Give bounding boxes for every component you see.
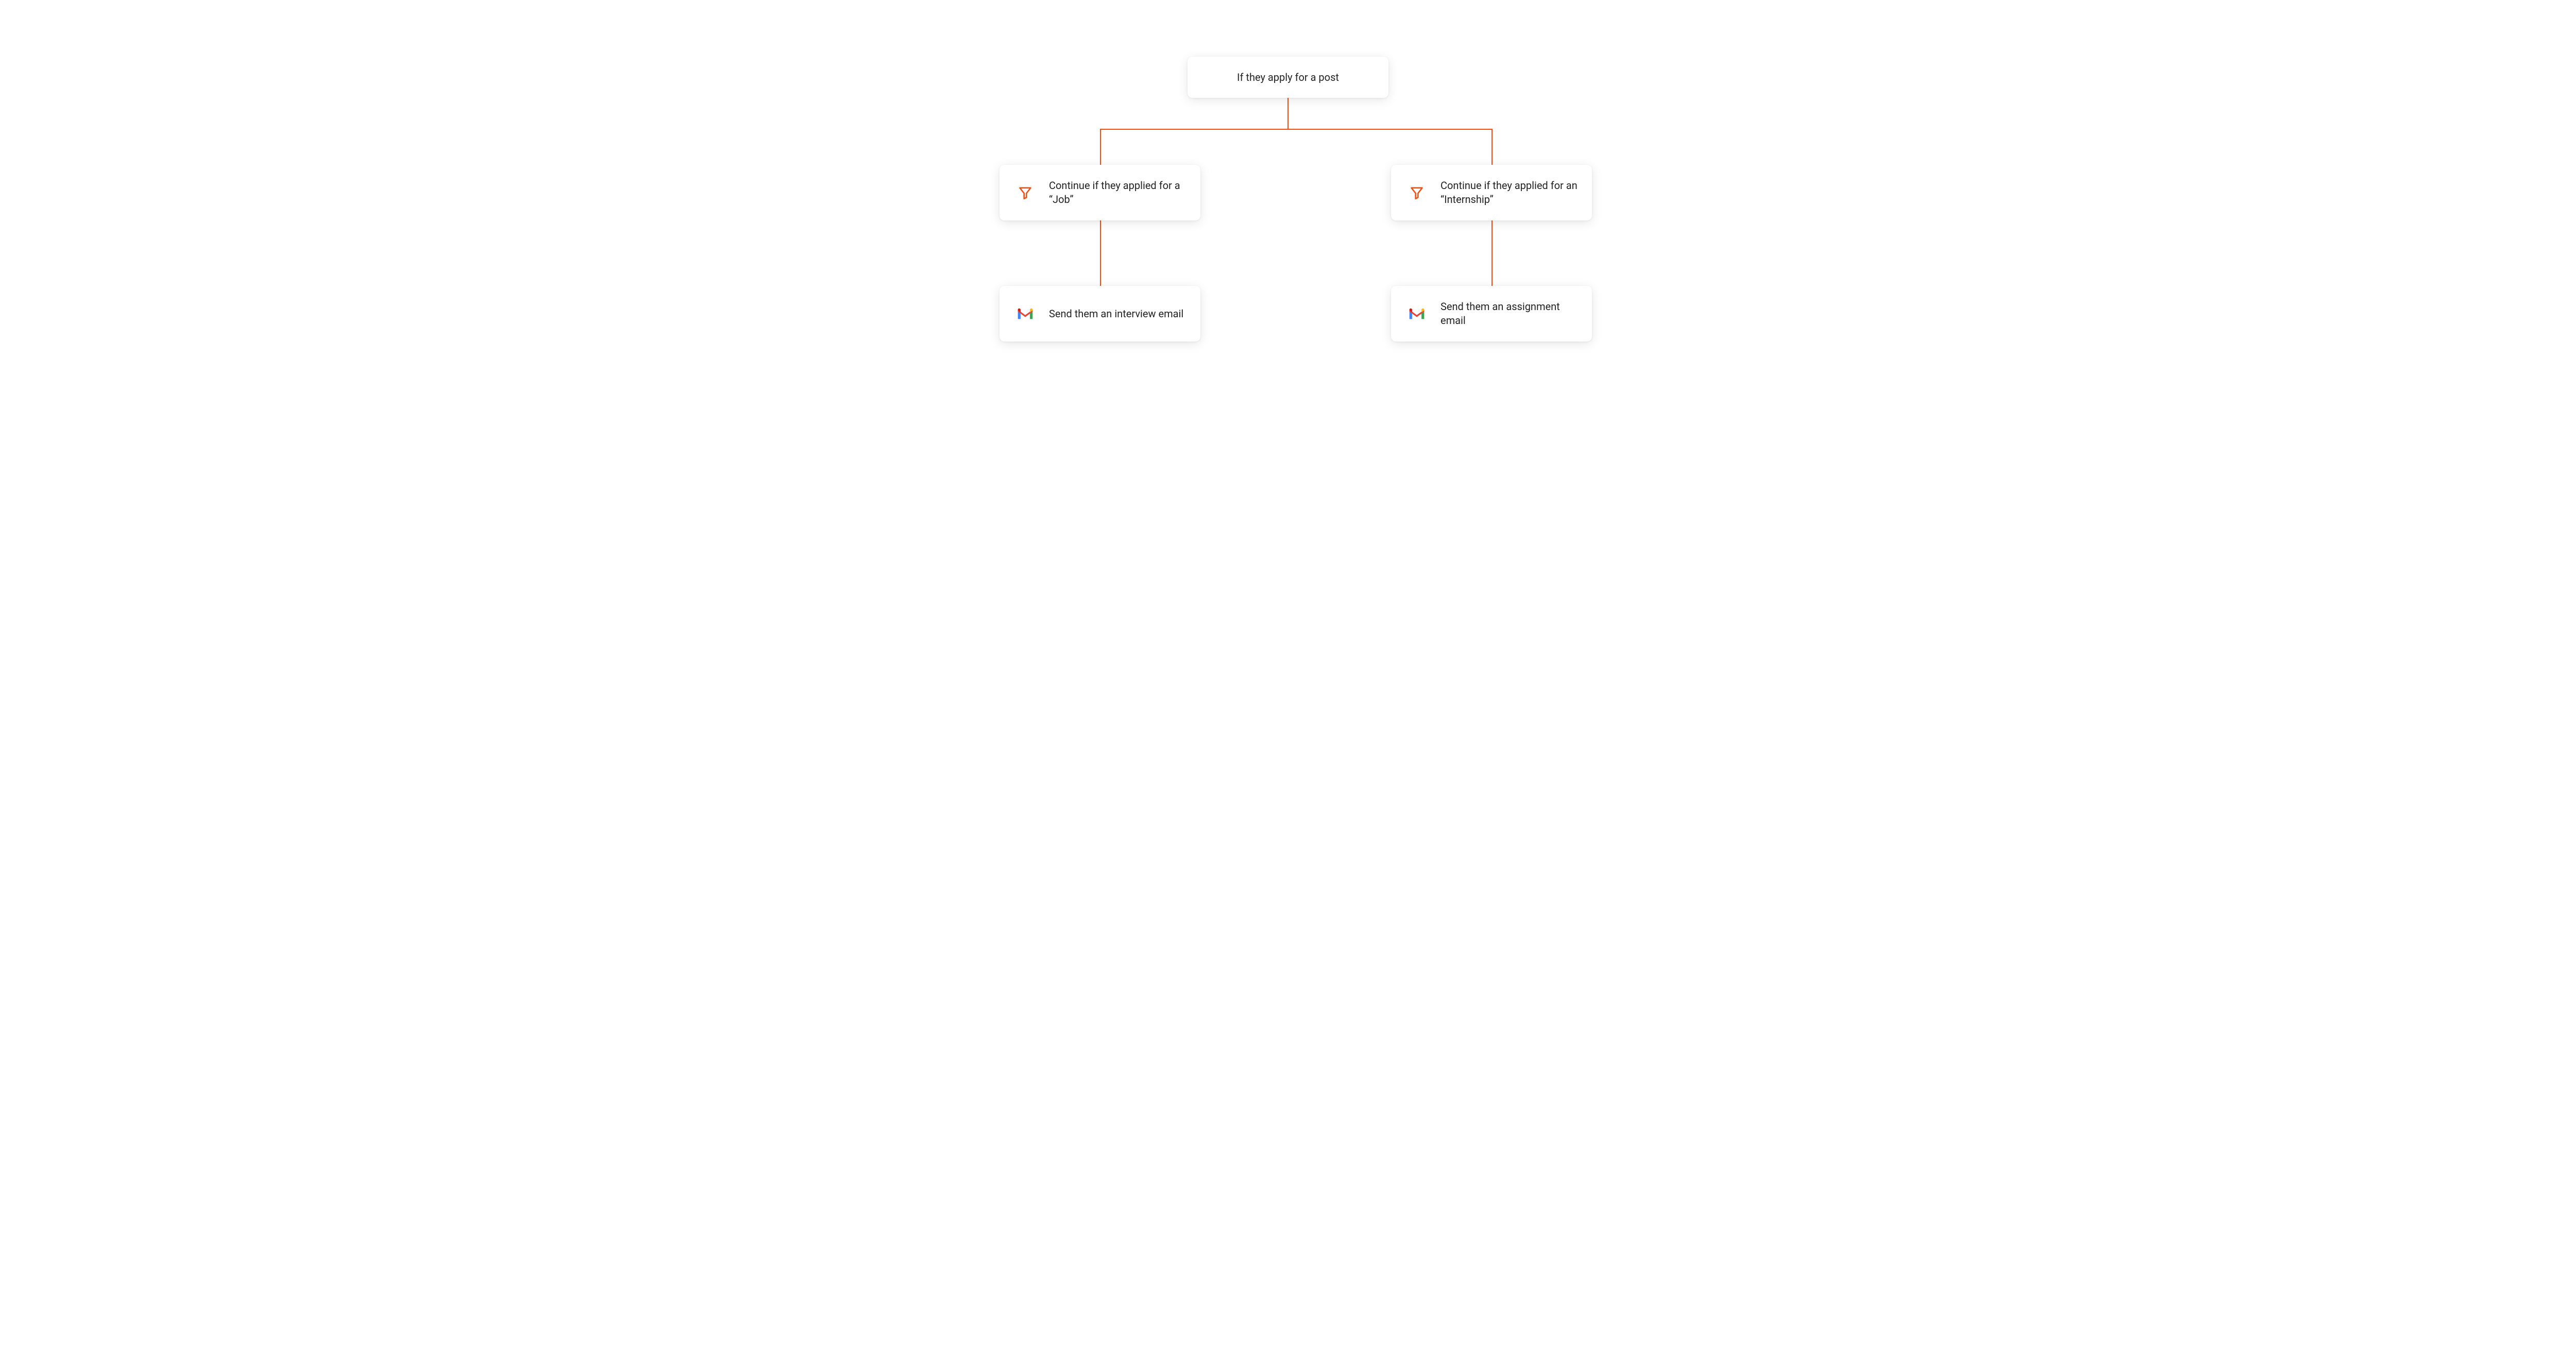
filter-node-label: Continue if they applied for an “Interns… bbox=[1440, 179, 1578, 207]
filter-icon bbox=[1014, 183, 1037, 202]
workflow-diagram: If they apply for a post Continue if the… bbox=[891, 0, 1685, 389]
filter-node-internship[interactable]: Continue if they applied for an “Interns… bbox=[1391, 165, 1592, 220]
connector-line bbox=[1492, 129, 1493, 165]
action-node-label: Send them an assignment email bbox=[1440, 300, 1578, 328]
connector-line bbox=[1100, 129, 1492, 130]
action-node-interview-email[interactable]: Send them an interview email bbox=[999, 286, 1200, 342]
gmail-icon bbox=[1014, 304, 1037, 323]
trigger-node[interactable]: If they apply for a post bbox=[1188, 57, 1388, 98]
action-node-label: Send them an interview email bbox=[1049, 307, 1186, 321]
action-node-assignment-email[interactable]: Send them an assignment email bbox=[1391, 286, 1592, 342]
filter-node-label: Continue if they applied for a “Job” bbox=[1049, 179, 1186, 207]
gmail-icon bbox=[1405, 304, 1428, 323]
connector-line bbox=[1287, 98, 1289, 129]
connector-line bbox=[1100, 129, 1101, 165]
connector-line bbox=[1492, 220, 1493, 286]
trigger-node-label: If they apply for a post bbox=[1202, 71, 1374, 84]
filter-node-job[interactable]: Continue if they applied for a “Job” bbox=[999, 165, 1200, 220]
filter-icon bbox=[1405, 183, 1428, 202]
connector-line bbox=[1100, 220, 1101, 286]
